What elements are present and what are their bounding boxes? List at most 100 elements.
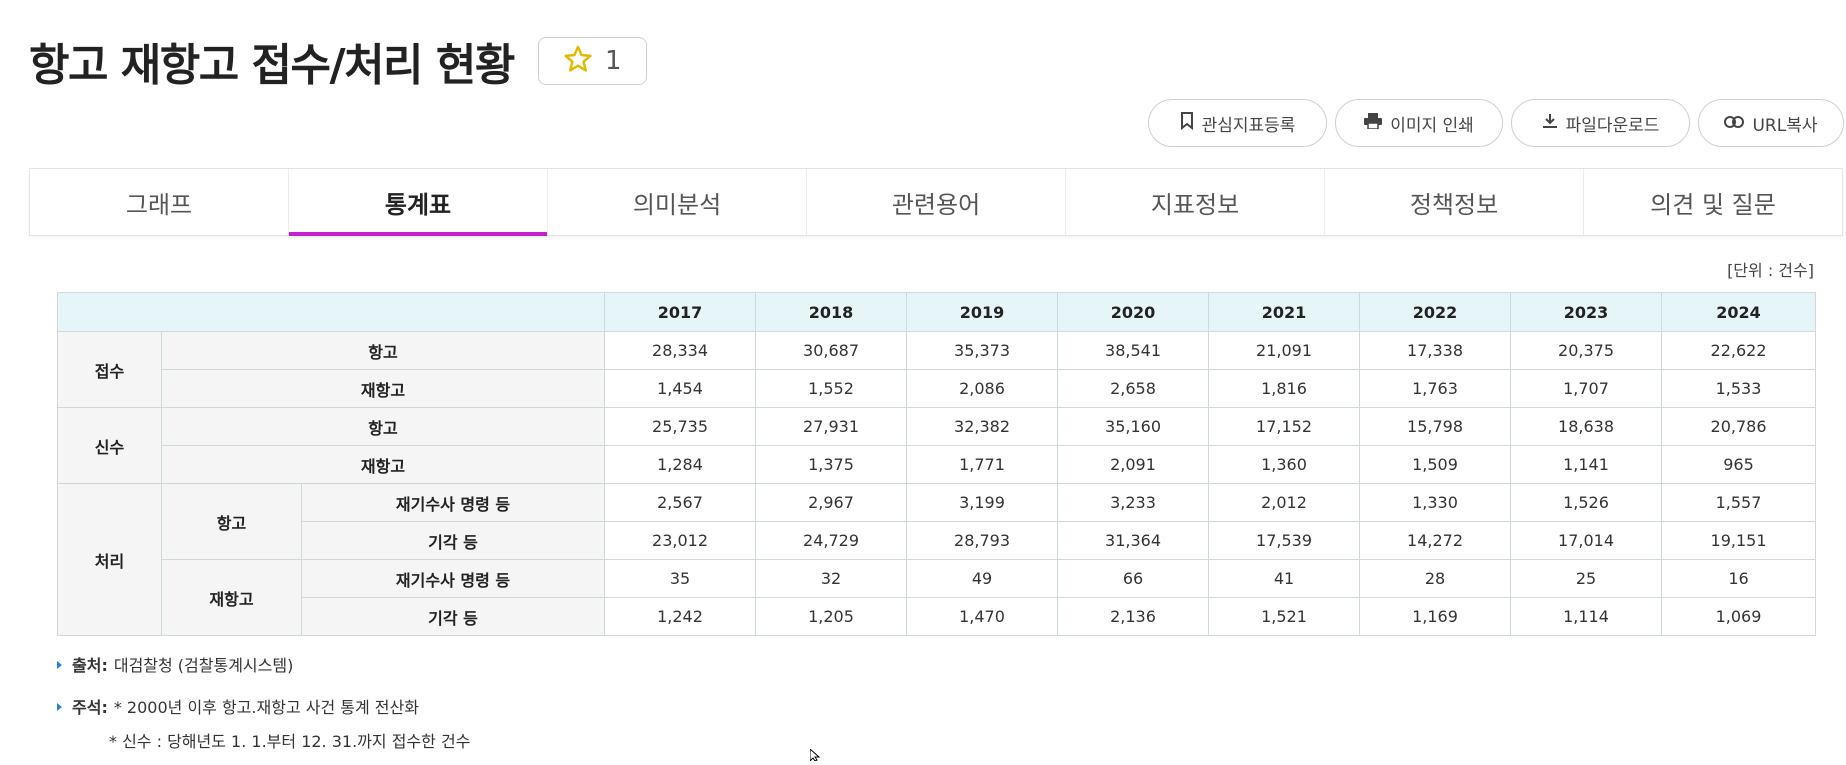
content-tabs: 그래프 통계표 의미분석 관련용어 지표정보 정책정보 의견 및 질문 bbox=[29, 168, 1843, 236]
table-row: 신수 항고 25,735 27,931 32,382 35,160 17,152… bbox=[57, 407, 1817, 484]
table-cell: 1,330 bbox=[1359, 483, 1512, 522]
row-subgroup-header: 항고 bbox=[161, 483, 302, 560]
table-row: 재항고 재기수사 명령 등 35 32 49 66 41 28 25 16 bbox=[58, 559, 1817, 636]
table-cell: 17,338 bbox=[1359, 331, 1512, 370]
tab-related-terms[interactable]: 관련용어 bbox=[807, 169, 1066, 235]
table-cell: 32,382 bbox=[906, 407, 1059, 446]
table-cell: 35,160 bbox=[1057, 407, 1210, 446]
table-cell: 38,541 bbox=[1057, 331, 1210, 370]
source-note: 출처: 대검찰청 (검찰통계시스템) bbox=[57, 652, 470, 676]
table-cell: 25 bbox=[1510, 559, 1663, 598]
table-cell: 2,658 bbox=[1057, 369, 1210, 408]
table-cell: 19,151 bbox=[1661, 521, 1817, 560]
table-cell: 31,364 bbox=[1057, 521, 1210, 560]
table-cell: 1,242 bbox=[604, 597, 757, 636]
table-cell: 20,786 bbox=[1661, 407, 1817, 446]
tab-statistics-table[interactable]: 통계표 bbox=[289, 169, 548, 236]
table-cell: 1,114 bbox=[1510, 597, 1663, 636]
table-cell: 1,557 bbox=[1661, 483, 1817, 522]
url-label: URL복사 bbox=[1752, 115, 1818, 136]
title-row: 항고 재항고 접수/처리 현황 1 bbox=[29, 26, 647, 96]
print-label: 이미지 인쇄 bbox=[1390, 115, 1474, 136]
table-cell: 49 bbox=[906, 559, 1059, 598]
tab-label: 정책정보 bbox=[1409, 190, 1499, 219]
table-cell: 1,509 bbox=[1359, 445, 1512, 484]
unit-label: [단위 : 건수] bbox=[1727, 261, 1814, 280]
tab-label: 그래프 bbox=[125, 190, 193, 219]
row-header: 기각 등 bbox=[300, 597, 606, 636]
copy-url-button[interactable]: URL복사 bbox=[1698, 99, 1844, 147]
tab-label: 관련용어 bbox=[891, 190, 981, 219]
tab-meaning-analysis[interactable]: 의미분석 bbox=[548, 169, 807, 235]
table-cell: 1,169 bbox=[1359, 597, 1512, 636]
table-row: 기각 등 23,012 24,729 28,793 31,364 17,539 … bbox=[58, 521, 1817, 560]
year-header: 2017 bbox=[604, 292, 757, 332]
tab-graph[interactable]: 그래프 bbox=[30, 169, 289, 235]
tab-policy-info[interactable]: 정책정보 bbox=[1325, 169, 1584, 235]
table-cell: 1,470 bbox=[906, 597, 1059, 636]
table-row: 처리 항고 재기수사 명령 등 2,567 2,967 3,199 3,233 … bbox=[57, 483, 1817, 636]
row-group-header: 접수 bbox=[57, 331, 162, 408]
table-cell: 1,069 bbox=[1661, 597, 1817, 636]
year-header: 2022 bbox=[1359, 292, 1512, 332]
table-cell: 3,233 bbox=[1057, 483, 1210, 522]
statistics-table: 2017 2018 2019 2020 2021 2022 2023 2024 … bbox=[56, 292, 1817, 636]
table-cell: 30,687 bbox=[755, 331, 908, 370]
table-header-row: 2017 2018 2019 2020 2021 2022 2023 2024 bbox=[56, 292, 1817, 332]
table-row: 기각 등 1,242 1,205 1,470 2,136 1,521 1,169… bbox=[58, 597, 1817, 636]
table-cell: 2,136 bbox=[1057, 597, 1210, 636]
remark-note: 주석: * 2000년 이후 항고.재항고 사건 통계 전산화 bbox=[57, 694, 470, 718]
table-row: 재항고 1,284 1,375 1,771 2,091 1,360 1,509 … bbox=[58, 445, 1817, 484]
table-cell: 22,622 bbox=[1661, 331, 1817, 370]
table-cell: 1,360 bbox=[1208, 445, 1361, 484]
star-icon bbox=[563, 45, 593, 77]
table-row: 재항고 1,454 1,552 2,086 2,658 1,816 1,763 … bbox=[58, 369, 1817, 408]
table-cell: 2,567 bbox=[604, 483, 757, 522]
table-cell: 20,375 bbox=[1510, 331, 1663, 370]
table-cell: 18,638 bbox=[1510, 407, 1663, 446]
row-group-header: 처리 bbox=[57, 483, 162, 636]
table-cell: 1,533 bbox=[1661, 369, 1817, 408]
table-cell: 24,729 bbox=[755, 521, 908, 560]
header-blank-cell bbox=[56, 292, 606, 332]
table-cell: 3,199 bbox=[906, 483, 1059, 522]
table-cell: 35 bbox=[604, 559, 757, 598]
table-cell: 17,539 bbox=[1208, 521, 1361, 560]
year-header: 2024 bbox=[1661, 292, 1817, 332]
tab-questions[interactable]: 의견 및 질문 bbox=[1584, 169, 1842, 235]
table-cell: 17,152 bbox=[1208, 407, 1361, 446]
bookmark-indicator-button[interactable]: 관심지표등록 bbox=[1148, 99, 1327, 147]
file-download-button[interactable]: 파일다운로드 bbox=[1511, 99, 1690, 147]
year-header: 2021 bbox=[1208, 292, 1361, 332]
table-cell: 25,735 bbox=[604, 407, 757, 446]
tab-label: 의미분석 bbox=[632, 190, 722, 219]
table-cell: 1,284 bbox=[604, 445, 757, 484]
table-cell: 2,012 bbox=[1208, 483, 1361, 522]
mouse-cursor-icon bbox=[809, 746, 822, 765]
row-header: 항고 bbox=[160, 407, 606, 446]
table-cell: 35,373 bbox=[906, 331, 1059, 370]
bullet-icon bbox=[57, 703, 62, 711]
row-header: 기각 등 bbox=[300, 521, 606, 560]
table-cell: 28 bbox=[1359, 559, 1512, 598]
tab-indicator-info[interactable]: 지표정보 bbox=[1066, 169, 1325, 235]
bookmark-icon bbox=[1180, 111, 1194, 135]
row-header: 재항고 bbox=[160, 369, 606, 408]
year-header: 2023 bbox=[1510, 292, 1663, 332]
table-cell: 1,763 bbox=[1359, 369, 1512, 408]
table-cell: 1,707 bbox=[1510, 369, 1663, 408]
page-title: 항고 재항고 접수/처리 현황 bbox=[29, 40, 515, 91]
table-cell: 1,454 bbox=[604, 369, 757, 408]
row-subgroup-header: 재항고 bbox=[161, 559, 302, 636]
table-cell: 28,793 bbox=[906, 521, 1059, 560]
table-cell: 17,014 bbox=[1510, 521, 1663, 560]
tab-label: 통계표 bbox=[384, 190, 452, 219]
row-header: 재기수사 명령 등 bbox=[300, 559, 606, 598]
source-text: 대검찰청 (검찰통계시스템) bbox=[113, 656, 294, 675]
year-header: 2020 bbox=[1057, 292, 1210, 332]
link-icon bbox=[1724, 113, 1745, 133]
favorite-button[interactable]: 1 bbox=[537, 37, 647, 85]
print-image-button[interactable]: 이미지 인쇄 bbox=[1335, 99, 1503, 147]
printer-icon bbox=[1364, 112, 1383, 134]
table-cell: 2,091 bbox=[1057, 445, 1210, 484]
